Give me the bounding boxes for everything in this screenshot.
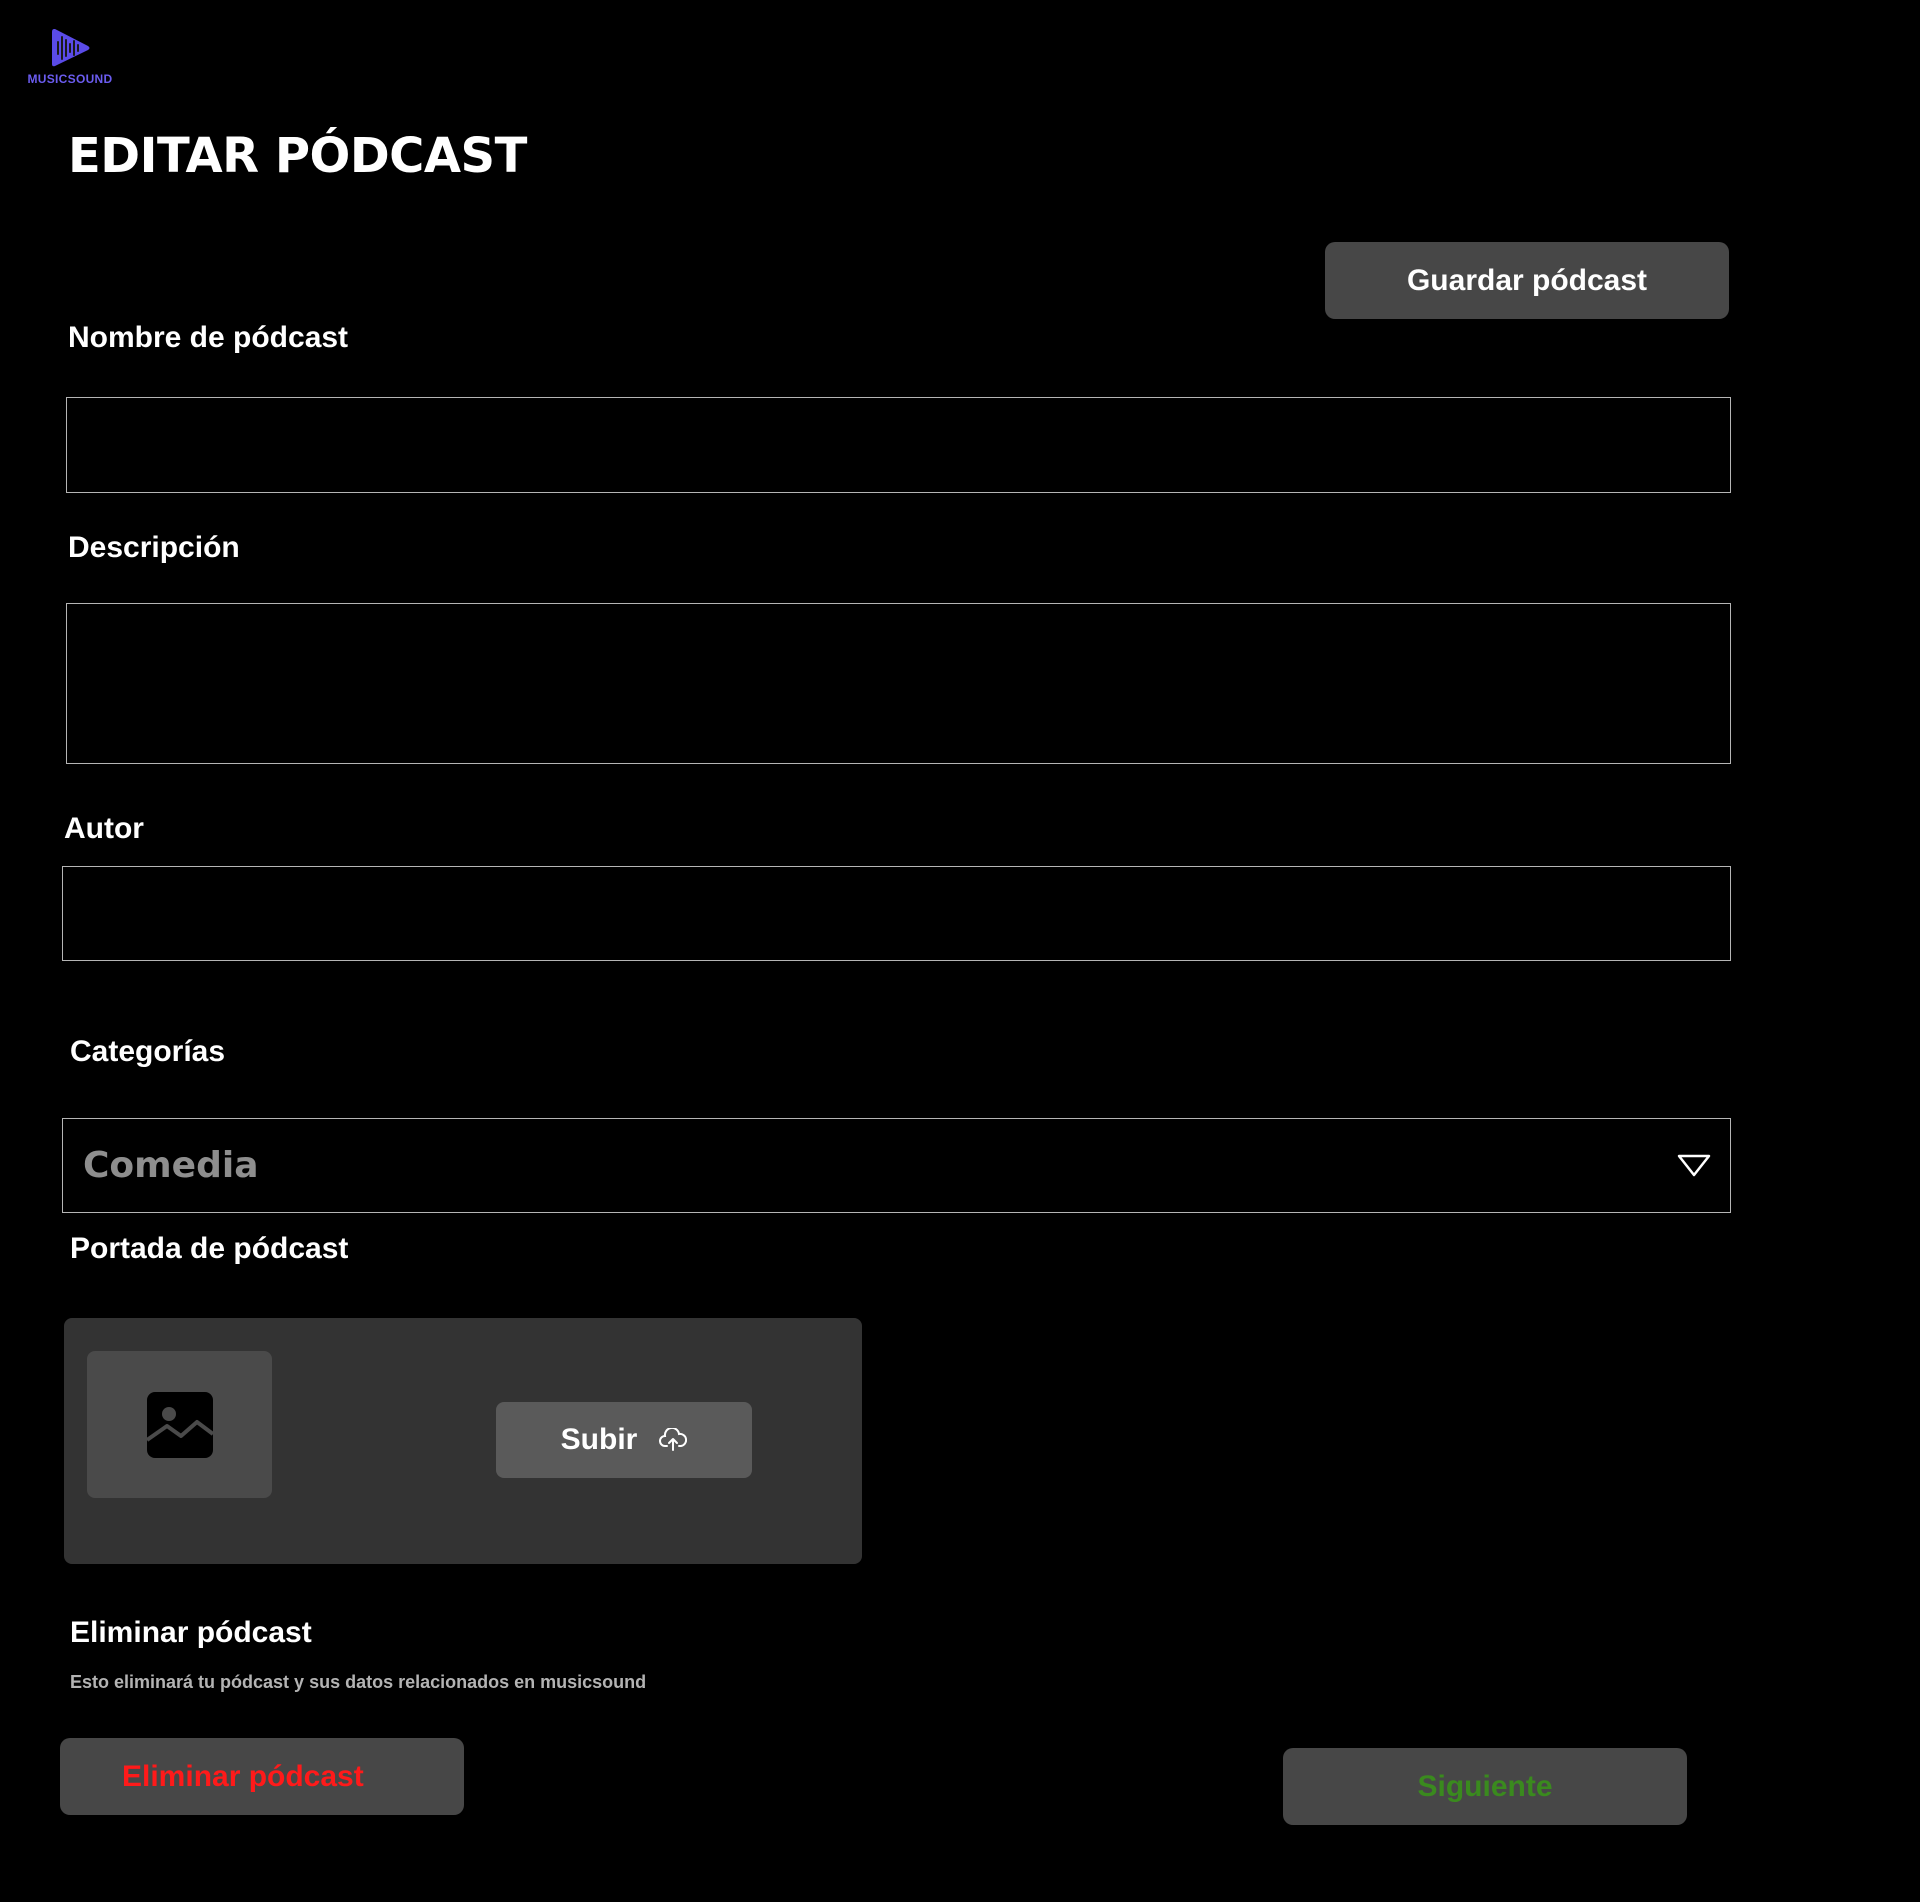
cover-thumbnail [87, 1351, 272, 1498]
categories-label: Categorías [70, 1035, 226, 1068]
image-icon [145, 1391, 214, 1458]
cover-upload-panel: Subir [64, 1318, 862, 1564]
description-label: Descripción [68, 531, 240, 564]
upload-button[interactable]: Subir [496, 1402, 752, 1478]
save-podcast-button[interactable]: Guardar pódcast [1325, 242, 1729, 319]
triangle-down-icon[interactable] [1676, 1153, 1712, 1179]
delete-heading: Eliminar pódcast [70, 1616, 312, 1649]
delete-note: Esto eliminará tu pódcast y sus datos re… [70, 1672, 647, 1692]
categories-select[interactable]: Comedia [62, 1118, 1731, 1213]
next-button[interactable]: Siguiente [1283, 1748, 1687, 1825]
categories-selected-value: Comedia [83, 1145, 259, 1186]
author-label: Autor [64, 812, 144, 845]
delete-podcast-button[interactable]: Eliminar pódcast [60, 1738, 464, 1815]
brand-name: MUSICSOUND [27, 72, 113, 86]
podcast-name-label: Nombre de pódcast [68, 321, 349, 354]
author-input[interactable] [62, 866, 1731, 961]
cover-label: Portada de pódcast [70, 1232, 349, 1265]
podcast-name-input[interactable] [66, 397, 1731, 493]
cloud-upload-icon [659, 1428, 688, 1451]
upload-button-label: Subir [560, 1423, 638, 1456]
play-waveform-icon [52, 29, 90, 67]
brand-logo[interactable]: MUSICSOUND [20, 26, 120, 86]
page-title: EDITAR PÓDCAST [68, 128, 527, 184]
description-textarea[interactable] [66, 603, 1731, 764]
